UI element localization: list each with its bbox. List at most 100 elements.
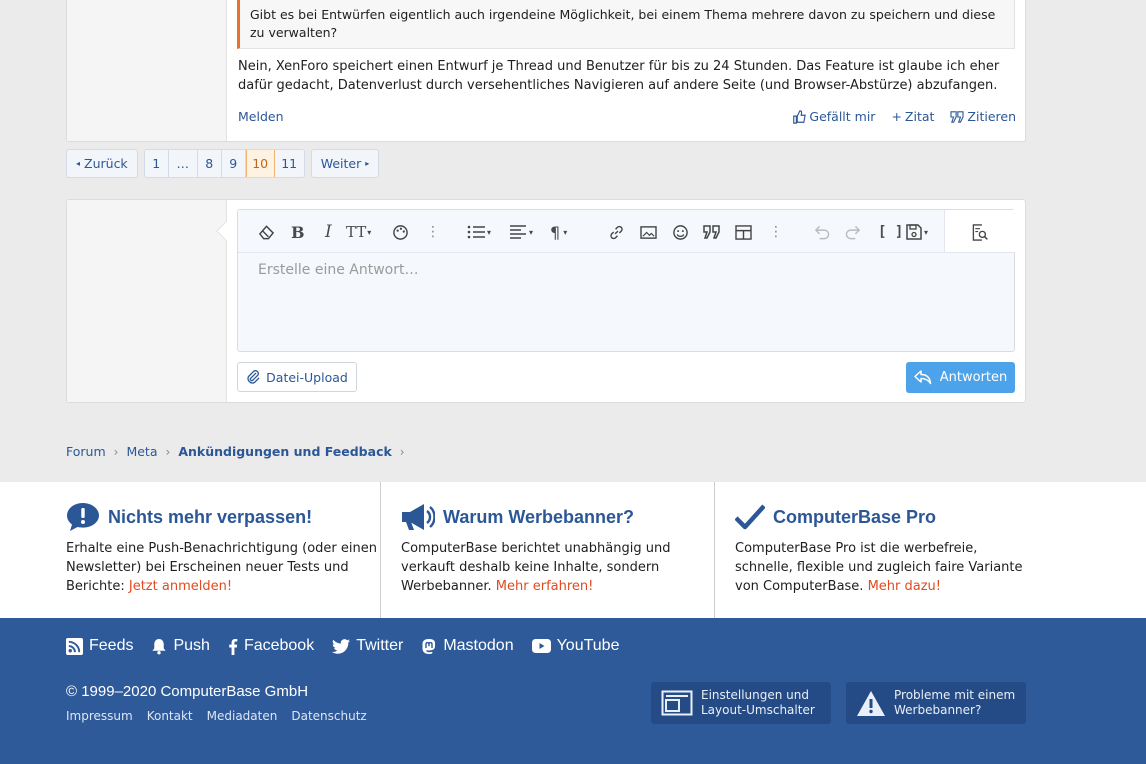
palette-icon[interactable] — [392, 221, 409, 243]
report-link[interactable]: Melden — [238, 109, 284, 124]
social-mastodon[interactable]: Mastodon — [421, 637, 514, 655]
learn-more-link[interactable]: Mehr erfahren! — [496, 579, 594, 594]
megaphone-icon — [402, 504, 435, 530]
paragraph-icon[interactable]: ¶ ▾ — [550, 221, 567, 243]
info-pro-heading: ComputerBase Pro — [773, 506, 937, 527]
more-icon[interactable]: ⋮ — [769, 221, 783, 243]
rss-icon — [66, 637, 83, 655]
chevron-right-icon: › — [113, 444, 119, 459]
bbcode-icon[interactable]: [ ] — [878, 221, 903, 243]
footer-link-kontakt[interactable]: Kontakt — [147, 709, 193, 723]
quoted-text: Gibt es bei Entwürfen eigentlich auch ir… — [237, 0, 1015, 49]
draft-icon[interactable]: ▾ — [906, 221, 928, 243]
page-1[interactable]: 1 — [144, 150, 169, 177]
footer-link-datenschutz[interactable]: Datenschutz — [291, 709, 366, 723]
page-ellipsis[interactable]: … — [168, 150, 198, 177]
info-notifications-title: Nichts mehr verpassen! — [66, 502, 379, 532]
copyright: © 1999–2020 ComputerBase GmbH — [66, 683, 309, 700]
ad-problem-button[interactable]: Probleme mit einem Werbebanner? — [846, 682, 1026, 724]
page-9[interactable]: 9 — [221, 150, 246, 177]
info-notifications: Nichts mehr verpassen! Erhalte eine Push… — [66, 482, 379, 618]
quote-button[interactable]: + Zitat — [891, 109, 934, 124]
post-body: Nein, XenForo speichert einen Entwurf je… — [238, 59, 1000, 93]
checkmark-icon — [735, 504, 765, 530]
file-upload-label: Datei-Upload — [266, 369, 348, 385]
breadcrumb-announcements[interactable]: Ankündigungen und Feedback — [178, 444, 391, 459]
info-ads: Warum Werbebanner? ComputerBase berichte… — [380, 482, 713, 618]
ad-problem-label: Probleme mit einem Werbebanner? — [894, 688, 1015, 718]
page-current[interactable]: 10 — [245, 150, 275, 177]
file-upload-button[interactable]: Datei-Upload — [237, 362, 357, 392]
like-button[interactable]: Gefällt mir — [792, 109, 875, 124]
social-facebook[interactable]: Facebook — [228, 637, 314, 655]
footer-link-mediadaten[interactable]: Mediadaten — [207, 709, 278, 723]
social-twitter[interactable]: Twitter — [332, 637, 403, 655]
reply-textarea[interactable]: Erstelle eine Antwort… — [258, 262, 418, 278]
social-facebook-label: Facebook — [243, 637, 315, 654]
info-pro-text: ComputerBase Pro ist die werbefreie, sch… — [735, 539, 1026, 596]
more-icon[interactable]: ⋮ — [426, 221, 440, 243]
quote-marks-icon — [950, 110, 964, 123]
info-pro: ComputerBase Pro ComputerBase Pro ist di… — [714, 482, 1026, 618]
bold-icon[interactable]: B — [291, 221, 305, 243]
breadcrumb-meta[interactable]: Meta — [126, 444, 157, 459]
chevron-right-icon: › — [399, 444, 405, 459]
info-ads-text: ComputerBase berichtet unabhängig und ve… — [401, 539, 713, 596]
social-push-label: Push — [173, 637, 210, 654]
caret-left-icon: ◂ — [76, 159, 81, 168]
post-actions: Gefällt mir + Zitat Zitieren — [792, 109, 1016, 124]
info-notifications-text: Erhalte eine Push-Benachrichtigung (oder… — [66, 539, 379, 596]
submit-reply-button[interactable]: Antworten — [906, 362, 1015, 393]
smiley-icon[interactable] — [672, 221, 689, 243]
paperclip-icon — [247, 370, 260, 384]
reply-quote-button[interactable]: Zitieren — [950, 109, 1016, 124]
social-youtube[interactable]: YouTube — [531, 637, 619, 655]
ad-problem-label-line-1: Probleme mit einem — [894, 688, 1016, 702]
settings-label: Einstellungen und Layout-Umschalter — [701, 688, 815, 718]
warning-icon — [857, 690, 885, 716]
preview-button[interactable] — [945, 210, 1015, 252]
text-size-icon[interactable]: TT ▾ — [346, 221, 371, 243]
info-notifications-heading: Nichts mehr verpassen! — [108, 506, 313, 527]
quote-icon[interactable] — [703, 221, 721, 243]
link-icon[interactable] — [608, 221, 625, 243]
ad-problem-label-line-2: Werbebanner? — [894, 703, 982, 717]
settings-button[interactable]: Einstellungen und Layout-Umschalter — [651, 682, 831, 724]
caret-right-icon: ▸ — [365, 159, 370, 168]
preview-icon — [971, 221, 989, 243]
layout-switch-icon — [661, 690, 693, 716]
prev-page-label: Zurück — [84, 156, 128, 171]
prev-page-button[interactable]: ◂ Zurück — [66, 149, 138, 178]
site-footer: Feeds Push Facebook Twitter Mastodon You… — [0, 618, 1146, 764]
breadcrumb-forum[interactable]: Forum — [66, 444, 106, 459]
social-mastodon-label: Mastodon — [443, 637, 514, 654]
submit-reply-label: Antworten — [939, 370, 1008, 385]
redo-icon[interactable] — [845, 221, 862, 243]
more-info-link[interactable]: Mehr dazu! — [868, 579, 941, 594]
align-icon[interactable]: ▾ — [510, 221, 533, 243]
footer-link-impressum[interactable]: Impressum — [66, 709, 133, 723]
social-feeds-label: Feeds — [89, 637, 134, 654]
reply-arrow-icon — [914, 370, 931, 385]
reply-user-sidebar — [67, 200, 227, 402]
social-push[interactable]: Push — [151, 637, 210, 655]
like-label: Gefällt mir — [809, 109, 876, 124]
next-page-button[interactable]: Weiter ▸ — [310, 149, 380, 178]
quote-label: Zitat — [904, 109, 935, 124]
settings-label-line-2: Layout-Umschalter — [701, 703, 815, 717]
plus-icon: + — [891, 109, 902, 124]
social-feeds[interactable]: Feeds — [66, 637, 133, 655]
eraser-icon[interactable] — [258, 221, 275, 243]
social-links: Feeds Push Facebook Twitter Mastodon You… — [66, 637, 619, 655]
italic-icon[interactable]: I — [325, 221, 332, 243]
list-icon[interactable]: ▾ — [467, 221, 491, 243]
table-icon[interactable] — [735, 221, 752, 243]
bell-icon — [152, 638, 167, 654]
undo-icon[interactable] — [813, 221, 830, 243]
page-8[interactable]: 8 — [197, 150, 222, 177]
subscribe-link[interactable]: Jetzt anmelden! — [129, 579, 232, 594]
page-11[interactable]: 11 — [274, 150, 304, 177]
pagination: ◂ Zurück 1 … 8 9 10 11 Weiter ▸ — [66, 149, 380, 178]
next-page-label: Weiter — [320, 156, 362, 171]
image-icon[interactable] — [640, 221, 657, 243]
